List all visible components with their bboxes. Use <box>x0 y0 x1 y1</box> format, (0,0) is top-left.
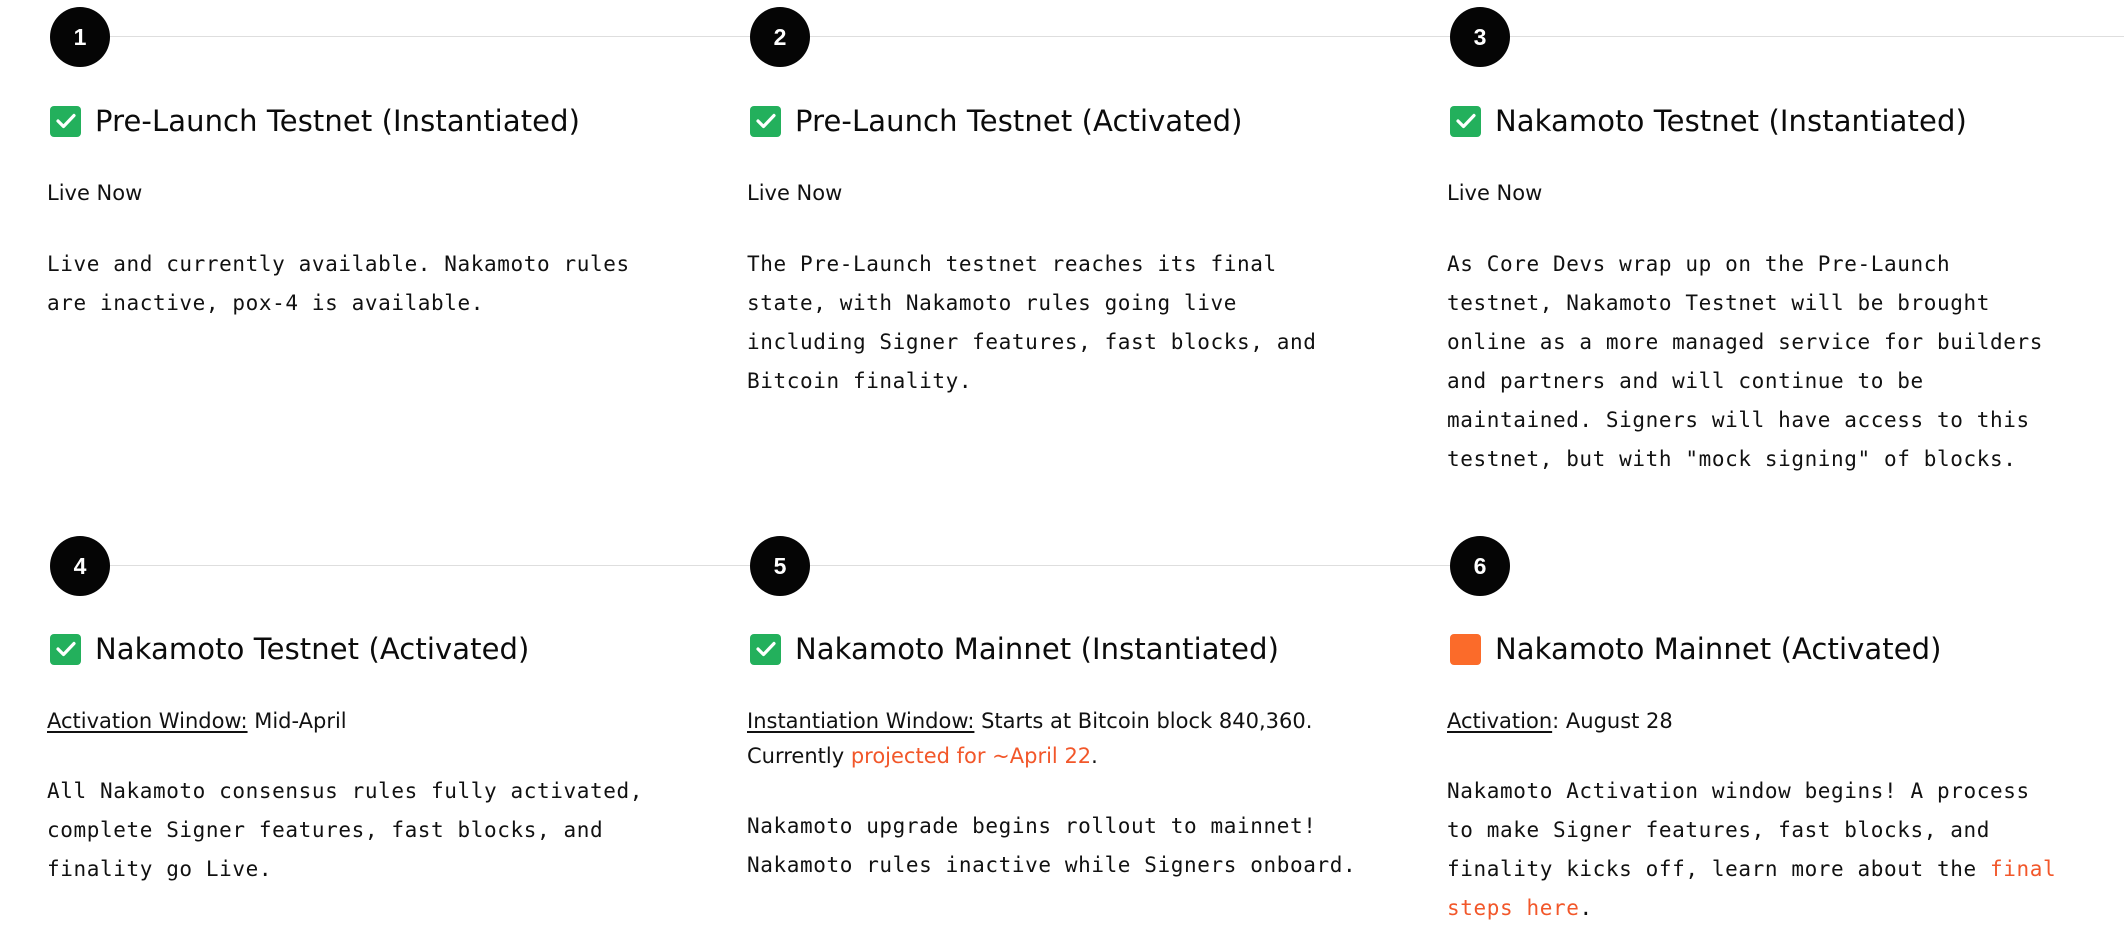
step-title: Nakamoto Mainnet (Activated) <box>1495 632 1942 666</box>
description-line: Nakamoto upgrade begins rollout to mainn… <box>747 814 1317 838</box>
checkmark-icon <box>750 633 781 665</box>
instantiation-window-link[interactable]: Instantiation Window: <box>747 709 974 733</box>
step-number-badge: 6 <box>1450 536 1510 596</box>
description-line: online as a more managed service for bui… <box>1447 330 2043 354</box>
step-title-row: Pre-Launch Testnet (Activated) <box>750 104 1243 138</box>
step-number-badge: 5 <box>750 536 810 596</box>
description-line: The Pre-Launch testnet reaches its final <box>747 252 1277 276</box>
description-line: maintained. Signers will have access to … <box>1447 408 2030 432</box>
description-line: complete Signer features, fast blocks, a… <box>47 818 604 842</box>
checkmark-icon <box>50 633 81 665</box>
step-title: Nakamoto Testnet (Activated) <box>95 632 530 666</box>
projected-date-link[interactable]: projected for ~April 22 <box>851 744 1091 768</box>
description-line: finality kicks off, learn more about the… <box>1447 850 2056 889</box>
description-line: are inactive, pox-4 is available. <box>47 291 485 315</box>
description-line: to make Signer features, fast blocks, an… <box>1447 818 1990 842</box>
pending-square-icon <box>1450 633 1481 665</box>
step-window-text: Instantiation Window: Starts at Bitcoin … <box>747 704 1312 774</box>
step-status-text: Live Now <box>47 176 142 211</box>
step-description: As Core Devs wrap up on the Pre-Launch t… <box>1447 245 2043 479</box>
step-number-badge: 2 <box>750 7 810 67</box>
description-line: finality go Live. <box>47 857 273 881</box>
description-line: state, with Nakamoto rules going live <box>747 291 1237 315</box>
checkmark-icon <box>50 105 81 137</box>
step-description: Nakamoto upgrade begins rollout to mainn… <box>747 807 1356 885</box>
activation-window-value: Mid-April <box>247 709 347 733</box>
step-description: Nakamoto Activation window begins! A pro… <box>1447 772 2056 928</box>
step-number-badge: 4 <box>50 536 110 596</box>
description-line: Nakamoto rules inactive while Signers on… <box>747 853 1357 877</box>
step-title: Nakamoto Mainnet (Instantiated) <box>795 632 1279 666</box>
period-text: . <box>1091 744 1098 768</box>
description-line: Bitcoin finality. <box>747 369 973 393</box>
step-title-row: Pre-Launch Testnet (Instantiated) <box>50 104 580 138</box>
currently-label: Currently <box>747 744 851 768</box>
description-line: Nakamoto Activation window begins! A pro… <box>1447 779 2030 803</box>
description-text: finality kicks off, learn more about the <box>1447 857 1990 881</box>
final-steps-link[interactable]: steps here <box>1447 896 1579 920</box>
step-title: Nakamoto Testnet (Instantiated) <box>1495 104 1967 138</box>
step-status-text: Live Now <box>1447 176 1542 211</box>
step-title-row: Nakamoto Testnet (Activated) <box>50 632 529 666</box>
checkmark-icon <box>1450 105 1481 137</box>
step-number-badge: 3 <box>1450 7 1510 67</box>
step-title: Pre-Launch Testnet (Activated) <box>795 104 1243 138</box>
step-description: Live and currently available. Nakamoto r… <box>47 245 630 323</box>
step-window-text: Activation: August 28 <box>1447 704 1673 739</box>
activation-date: : August 28 <box>1552 709 1673 733</box>
description-line: Live and currently available. Nakamoto r… <box>47 252 630 276</box>
step-title-row: Nakamoto Mainnet (Activated) <box>1450 632 1942 666</box>
timeline-connector-row1 <box>80 36 2124 37</box>
step-title: Pre-Launch Testnet (Instantiated) <box>95 104 581 138</box>
description-line: and partners and will continue to be <box>1447 369 1924 393</box>
final-steps-link[interactable]: final <box>1990 857 2056 881</box>
description-line: All Nakamoto consensus rules fully activ… <box>47 779 643 803</box>
activation-link[interactable]: Activation <box>1447 709 1552 733</box>
instantiation-window-value: Starts at Bitcoin block 840,360. <box>974 709 1313 733</box>
checkmark-icon <box>750 105 781 137</box>
description-line: steps here. <box>1447 889 2056 928</box>
description-line: testnet, but with "mock signing" of bloc… <box>1447 447 2017 471</box>
description-line: As Core Devs wrap up on the Pre-Launch <box>1447 252 1951 276</box>
live-now-label: Live Now <box>1447 181 1543 205</box>
window-line-1: Instantiation Window: Starts at Bitcoin … <box>747 704 1312 739</box>
period-text: . <box>1579 896 1593 920</box>
step-title-row: Nakamoto Testnet (Instantiated) <box>1450 104 1967 138</box>
live-now-label: Live Now <box>747 181 843 205</box>
step-description: All Nakamoto consensus rules fully activ… <box>47 772 643 889</box>
step-window-text: Activation Window: Mid-April <box>47 704 347 739</box>
step-title-row: Nakamoto Mainnet (Instantiated) <box>750 632 1279 666</box>
activation-window-link[interactable]: Activation Window: <box>47 709 248 733</box>
window-line-2: Currently projected for ~April 22. <box>747 739 1312 774</box>
step-description: The Pre-Launch testnet reaches its final… <box>747 245 1316 401</box>
description-line: testnet, Nakamoto Testnet will be brough… <box>1447 291 1990 315</box>
step-number-badge: 1 <box>50 7 110 67</box>
live-now-label: Live Now <box>47 181 143 205</box>
description-line: including Signer features, fast blocks, … <box>747 330 1317 354</box>
step-status-text: Live Now <box>747 176 842 211</box>
